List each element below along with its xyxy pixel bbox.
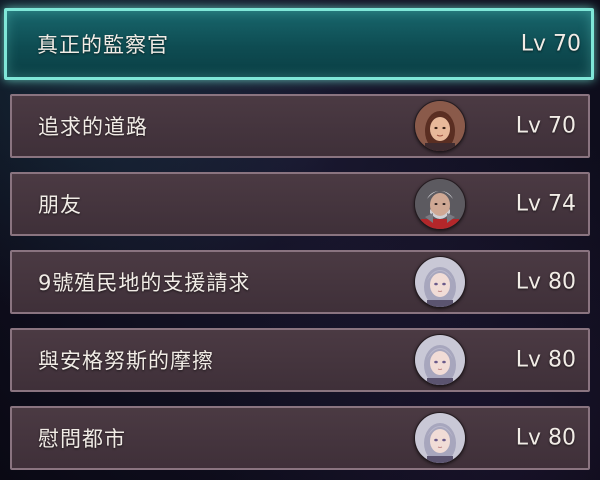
quest-title: 與安格努斯的摩擦 <box>38 349 214 373</box>
quest-row-selected[interactable]: 真正的監察官 Lv 70 <box>4 8 594 80</box>
quest-title: 慰問都市 <box>38 427 126 451</box>
quest-row[interactable]: 追求的道路 Lv 70 <box>10 94 590 158</box>
silver-haired-woman-portrait-icon <box>414 256 466 308</box>
quest-level: Lv 80 <box>515 269 576 295</box>
quest-row[interactable]: 9號殖民地的支援請求 Lv 80 <box>10 250 590 314</box>
quest-row[interactable]: 慰問都市 Lv 80 <box>10 406 590 470</box>
quest-level: Lv 80 <box>515 425 576 451</box>
quest-title: 真正的監察官 <box>37 33 169 57</box>
quest-title: 追求的道路 <box>38 115 148 139</box>
armored-gray-haired-man-portrait-icon <box>414 178 466 230</box>
silver-haired-woman-portrait-icon <box>414 334 466 386</box>
quest-row[interactable]: 與安格努斯的摩擦 Lv 80 <box>10 328 590 392</box>
silver-haired-woman-portrait-icon <box>414 412 466 464</box>
quest-title: 朋友 <box>38 193 82 217</box>
quest-list: 真正的監察官 Lv 70 追求的道路 Lv 70 朋友 Lv 74 9號殖民地的… <box>0 0 600 480</box>
quest-title: 9號殖民地的支援請求 <box>38 271 251 295</box>
brown-haired-woman-portrait-icon <box>414 100 466 152</box>
quest-row[interactable]: 朋友 Lv 74 <box>10 172 590 236</box>
quest-level: Lv 70 <box>520 31 581 57</box>
quest-level: Lv 80 <box>515 347 576 373</box>
quest-level: Lv 74 <box>515 191 576 217</box>
quest-level: Lv 70 <box>515 113 576 139</box>
